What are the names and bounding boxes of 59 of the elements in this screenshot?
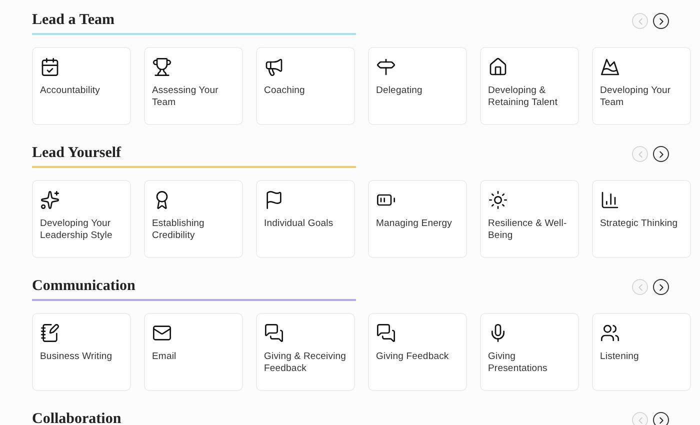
topic-label: Giving & Receiving Feedback: [264, 351, 347, 375]
topic-card[interactable]: Giving Presentations: [480, 313, 579, 391]
house-icon: [488, 57, 508, 77]
calendar-check-icon: [40, 57, 60, 77]
topic-card[interactable]: Coaching: [256, 47, 355, 125]
flag-icon: [264, 190, 284, 210]
mountain-icon: [600, 57, 620, 77]
topic-card[interactable]: Developing & Retaining Talent: [480, 47, 579, 125]
topic-card[interactable]: Giving Feedback: [368, 313, 467, 391]
megaphone-icon: [264, 57, 284, 77]
next-button[interactable]: [653, 13, 669, 29]
bar-chart-icon: [600, 190, 620, 210]
sun-icon: [488, 190, 508, 210]
next-button[interactable]: [653, 146, 669, 162]
topic-label: Developing & Retaining Talent: [488, 85, 559, 109]
speech-bubbles-icon: [376, 323, 396, 343]
topic-label: Developing Your Leadership Style: [40, 218, 114, 242]
topic-card[interactable]: Assessing Your Team: [144, 47, 243, 125]
speech-bubbles-icon: [264, 323, 284, 343]
topic-label: Managing Energy: [376, 218, 453, 230]
topic-label: Strategic Thinking: [600, 218, 679, 230]
section-heading: Collaboration: [32, 411, 122, 425]
people-icon: [600, 323, 620, 343]
envelope-icon: [152, 323, 172, 343]
topic-label: Resilience & Well-Being: [488, 218, 568, 242]
next-button[interactable]: [653, 279, 669, 295]
section-heading: Lead a Team: [32, 12, 356, 35]
topic-card[interactable]: Delegating: [368, 47, 467, 125]
topic-label: Giving Presentations: [488, 351, 548, 375]
topic-card[interactable]: Individual Goals: [256, 180, 355, 258]
notebook-pen-icon: [40, 323, 60, 343]
topic-card[interactable]: Business Writing: [32, 313, 131, 391]
topic-card[interactable]: Establishing Credibility: [144, 180, 243, 258]
signpost-icon: [376, 57, 396, 77]
topic-card[interactable]: Giving & Receiving Feedback: [256, 313, 355, 391]
topic-label: Assessing Your Team: [152, 85, 220, 109]
topic-label: Giving Feedback: [376, 351, 450, 363]
trophy-icon: [152, 57, 172, 77]
topic-card[interactable]: Managing Energy: [368, 180, 467, 258]
topic-label: Individual Goals: [264, 218, 334, 230]
topic-label: Establishing Credibility: [152, 218, 206, 242]
topic-card[interactable]: Strategic Thinking: [592, 180, 691, 258]
section-heading: Lead Yourself: [32, 145, 356, 168]
topic-card[interactable]: Listening: [592, 313, 691, 391]
section-heading: Communication: [32, 278, 356, 301]
topic-card[interactable]: Developing Your Leadership Style: [32, 180, 131, 258]
sparkles-icon: [40, 190, 60, 210]
topic-card[interactable]: Developing Your Team: [592, 47, 691, 125]
topic-card[interactable]: Email: [144, 313, 243, 391]
topic-label: Accountability: [40, 85, 102, 97]
topic-label: Coaching: [264, 85, 306, 97]
topic-label: Listening: [600, 351, 640, 363]
topic-label: Delegating: [376, 85, 424, 97]
topic-label: Developing Your Team: [600, 85, 672, 109]
topic-card[interactable]: Accountability: [32, 47, 131, 125]
topic-card[interactable]: Resilience & Well-Being: [480, 180, 579, 258]
topic-label: Email: [152, 351, 178, 363]
next-button[interactable]: [653, 412, 669, 425]
topic-label: Business Writing: [40, 351, 114, 363]
